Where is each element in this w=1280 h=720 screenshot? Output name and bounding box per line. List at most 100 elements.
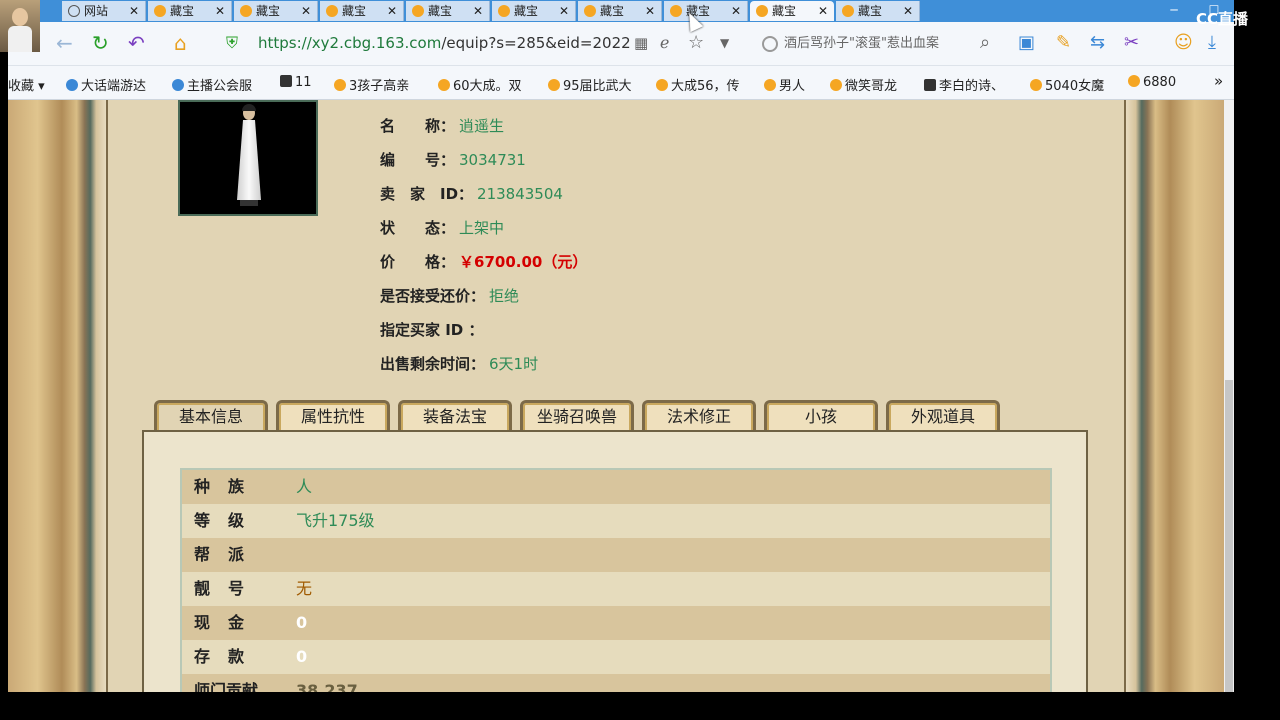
game-favicon-icon xyxy=(334,79,346,91)
tab-3[interactable]: 藏宝 ✕ xyxy=(320,1,404,21)
name-row: 名 称： 逍遥生 xyxy=(380,117,505,135)
tab-4[interactable]: 藏宝 ✕ xyxy=(406,1,490,21)
scrollbar[interactable] xyxy=(1224,100,1234,692)
star-icon[interactable]: ☆ xyxy=(688,32,704,54)
price-row: 价 格： ￥6700.00（元） xyxy=(380,253,588,271)
game-favicon-icon xyxy=(656,79,668,91)
game-favicon-icon xyxy=(764,79,776,91)
qr-code-icon[interactable]: ▦ xyxy=(634,32,648,54)
bookmark-item[interactable]: 大话端游达 xyxy=(66,75,146,94)
url-field[interactable]: https://xy2.cbg.163.com/equip?s=285&eid=… xyxy=(258,34,631,52)
decorative-border-right xyxy=(1126,100,1224,692)
search-input[interactable]: 酒后骂孙子"滚蛋"惹出血案 xyxy=(760,32,1004,56)
game-favicon-icon xyxy=(584,5,596,17)
back-icon[interactable]: ← xyxy=(56,32,73,54)
game-favicon-icon xyxy=(1030,79,1042,91)
chevron-down-icon[interactable]: ▼ xyxy=(720,32,729,54)
bookmark-item[interactable]: 大成56，传 xyxy=(656,75,740,94)
status-row: 状 态： 上架中 xyxy=(380,219,505,237)
game-favicon-icon xyxy=(154,5,166,17)
cc-live-watermark: CC直播 xyxy=(1196,10,1249,28)
close-icon[interactable]: ✕ xyxy=(129,1,139,21)
game-favicon-icon xyxy=(326,5,338,17)
page-favicon-icon xyxy=(924,79,936,91)
tab-8-active[interactable]: 藏宝 ✕ xyxy=(750,1,834,21)
tab-6[interactable]: 藏宝 ✕ xyxy=(578,1,662,21)
game-favicon-icon xyxy=(756,5,768,17)
game-favicon-icon xyxy=(830,79,842,91)
tab-attributes[interactable]: 属性抗性 xyxy=(276,400,390,432)
sidebar-icon[interactable]: ▣ xyxy=(1018,32,1035,54)
address-bar: ← ↻ ↶ ⌂ ⛨ https://xy2.cbg.163.com/equip?… xyxy=(8,22,1234,66)
bookmark-item[interactable]: 收藏 ▾ xyxy=(8,75,45,94)
refresh-icon[interactable]: ↻ xyxy=(92,32,109,54)
close-icon[interactable]: ✕ xyxy=(301,1,311,21)
buyer-row: 指定买家 ID ： xyxy=(380,321,484,339)
ie-mode-icon[interactable]: ℯ xyxy=(660,32,669,54)
undo-icon[interactable]: ↶ xyxy=(128,32,145,54)
more-bookmarks-icon[interactable]: » xyxy=(1214,72,1223,90)
close-icon[interactable]: ✕ xyxy=(645,1,655,21)
bookmark-item[interactable]: 11 xyxy=(280,75,312,90)
tab-basic-info[interactable]: 基本信息 xyxy=(154,400,268,432)
bookmark-item[interactable]: 3孩子高亲 xyxy=(334,75,409,94)
close-icon[interactable]: ✕ xyxy=(215,1,225,21)
close-icon[interactable]: ✕ xyxy=(559,1,569,21)
tab-5[interactable]: 藏宝 ✕ xyxy=(492,1,576,21)
home-icon[interactable]: ⌂ xyxy=(174,32,187,54)
id-row: 编 号： 3034731 xyxy=(380,151,526,169)
bookmark-item[interactable]: 6880 xyxy=(1128,75,1176,90)
search-icon[interactable]: ⌕ xyxy=(980,32,990,54)
game-favicon-icon xyxy=(66,79,78,91)
bookmark-item[interactable]: 主播公会服 xyxy=(172,75,252,94)
close-icon[interactable]: ✕ xyxy=(903,1,913,21)
bookmark-item[interactable]: 男人 xyxy=(764,75,805,94)
screen: 网站 ✕ 藏宝 ✕ 藏宝 ✕ 藏宝 ✕ 藏宝 ✕ 藏宝 ✕ 藏宝 ✕ 藏宝 ✕ 藏宝 ✕ 藏宝 ✕ … xyxy=(0,0,1280,720)
decorative-border-left xyxy=(8,100,106,692)
tab-1[interactable]: 藏宝 ✕ xyxy=(148,1,232,21)
key-icon[interactable]: ✎ xyxy=(1056,32,1071,54)
scissors-icon[interactable]: ✂ xyxy=(1124,32,1139,54)
tab-child[interactable]: 小孩 xyxy=(764,400,878,432)
tab-0[interactable]: 网站 ✕ xyxy=(62,1,146,21)
bookmark-item[interactable]: 李白的诗、 xyxy=(924,75,1004,94)
basic-info-panel: 种族人 等级 飞升175级 帮派 靓号无 现金 0 存款 0 师门贡献 38,237 xyxy=(142,430,1088,692)
bookmark-item[interactable]: 60大成。双 xyxy=(438,75,522,94)
tab-7[interactable]: 藏宝 ✕ xyxy=(664,1,748,21)
close-icon[interactable]: ✕ xyxy=(818,1,828,21)
globe-icon xyxy=(68,5,80,17)
tab-spell-modifiers[interactable]: 法术修正 xyxy=(642,400,756,432)
table-row: 存款 0 xyxy=(182,640,1050,674)
remaining-time-row: 出售剩余时间： 6天1时 xyxy=(380,355,539,373)
bookmark-item[interactable]: 95届比武大 xyxy=(548,75,632,94)
table-row: 靓号无 xyxy=(182,572,1050,606)
tab-equipment[interactable]: 装备法宝 xyxy=(398,400,512,432)
browser-window: 网站 ✕ 藏宝 ✕ 藏宝 ✕ 藏宝 ✕ 藏宝 ✕ 藏宝 ✕ 藏宝 ✕ 藏宝 ✕ 藏宝 ✕ 藏宝 ✕ … xyxy=(8,0,1234,692)
table-row: 种族人 xyxy=(182,470,1050,504)
bookmark-item[interactable]: 微笑哥龙 xyxy=(830,75,897,94)
minimize-icon[interactable]: ─ xyxy=(1154,0,1194,20)
tab-2[interactable]: 藏宝 ✕ xyxy=(234,1,318,21)
listing-content: 名 称： 逍遥生 编 号： 3034731 卖 家 ID： 213843504 状 态… xyxy=(106,100,1126,692)
download-icon[interactable]: ⤓ xyxy=(1208,32,1216,54)
game-favicon-icon xyxy=(498,5,510,17)
table-row: 师门贡献 38,237 xyxy=(182,674,1050,692)
game-favicon-icon xyxy=(412,5,424,17)
emoji-icon[interactable]: ☺ xyxy=(1174,32,1193,54)
seller-row: 卖 家 ID： 213843504 xyxy=(380,185,563,203)
bargain-row: 是否接受还价： 拒绝 xyxy=(380,287,520,305)
tab-mounts-pets[interactable]: 坐骑召唤兽 xyxy=(520,400,634,432)
close-icon[interactable]: ✕ xyxy=(473,1,483,21)
tab-9[interactable]: 藏宝 ✕ xyxy=(836,1,920,21)
tab-appearance[interactable]: 外观道具 xyxy=(886,400,1000,432)
bookmark-item[interactable]: 5040女魔 xyxy=(1030,75,1104,94)
close-icon[interactable]: ✕ xyxy=(387,1,397,21)
character-portrait xyxy=(178,100,318,216)
streamer-avatar xyxy=(0,0,40,52)
bookmarks-bar: 收藏 ▾ 大话端游达 主播公会服 11 3孩子高亲 60大成。双 95届比武大 … xyxy=(8,66,1234,100)
close-icon[interactable]: ✕ xyxy=(731,1,741,21)
basic-info-table: 种族人 等级 飞升175级 帮派 靓号无 现金 0 存款 0 师门贡献 38,237 xyxy=(180,468,1052,692)
scrollbar-thumb[interactable] xyxy=(1225,380,1233,692)
game-favicon-icon xyxy=(1128,75,1140,87)
translate-icon[interactable]: ⇆ xyxy=(1090,32,1105,54)
